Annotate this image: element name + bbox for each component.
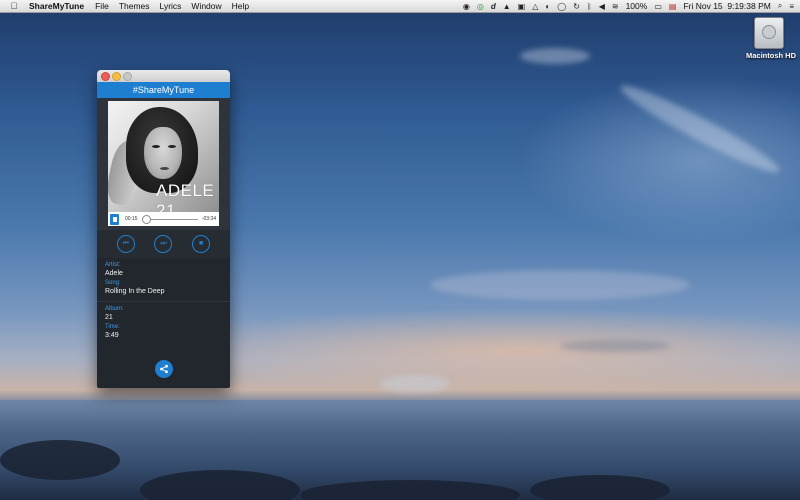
- menu-window[interactable]: Window: [191, 1, 221, 11]
- remaining-time: -03:34: [201, 216, 216, 222]
- list-icon[interactable]: ≡: [789, 2, 794, 11]
- rock: [0, 440, 120, 480]
- song-label: Song:: [105, 280, 121, 286]
- hat-icon[interactable]: ▲: [503, 2, 511, 11]
- menu-lyrics[interactable]: Lyrics: [160, 1, 182, 11]
- seek-handle[interactable]: [142, 214, 152, 224]
- playback-controls: ⏮ ⏭ ■: [97, 230, 230, 258]
- status-area: ◉ ◎ d ▲ ▣ △ ◐ ◯ ↻ ᛒ ◀ ≋ 100% ▭ ▤ Fri Nov…: [463, 0, 794, 12]
- eye-icon[interactable]: ◐: [545, 2, 550, 11]
- time-value: 3:49: [105, 332, 119, 339]
- close-button[interactable]: [101, 72, 110, 81]
- pause-button[interactable]: [110, 213, 119, 225]
- album-art-title: ADELE 21: [156, 181, 215, 212]
- elapsed-time: 00:15: [125, 216, 138, 222]
- drive-label: Macintosh HD: [746, 51, 797, 60]
- cloud: [380, 375, 450, 393]
- album-art: ADELE 21: [108, 101, 219, 212]
- artist-value: Adele: [105, 270, 123, 277]
- cloud: [430, 270, 690, 300]
- apple-icon[interactable]: : [9, 1, 19, 11]
- next-button[interactable]: ⏭: [154, 235, 173, 253]
- artist-label: Artist:: [105, 262, 121, 268]
- menu-bar:  ShareMyTune File Themes Lyrics Window …: [0, 0, 800, 13]
- previous-button[interactable]: ⏮: [116, 235, 135, 253]
- share-icon: [160, 364, 168, 374]
- battery-icon[interactable]: ▭: [654, 2, 662, 11]
- volume-icon[interactable]: ◀: [599, 2, 605, 11]
- album-label: Album:: [105, 306, 124, 312]
- search-icon[interactable]: ⌕: [778, 1, 782, 11]
- app-header: #ShareMyTune: [97, 82, 230, 98]
- menu-app-name[interactable]: ShareMyTune: [29, 1, 84, 11]
- menu-file[interactable]: File: [95, 1, 109, 11]
- record-icon[interactable]: ◉: [463, 2, 470, 11]
- track-info: Artist: Adele Song: Rolling In the Deep …: [97, 258, 230, 340]
- minimize-button[interactable]: [112, 72, 121, 81]
- drive-icon[interactable]: △: [532, 2, 538, 11]
- macintosh-hd-icon[interactable]: Macintosh HD: [746, 17, 797, 60]
- timemachine-icon[interactable]: ↻: [573, 2, 580, 11]
- album-art-area: ADELE 21 00:15 -03:34: [97, 98, 230, 230]
- rock: [530, 475, 670, 500]
- seek-bar-row: 00:15 -03:34: [108, 212, 219, 226]
- sync-icon[interactable]: ◎: [477, 2, 484, 11]
- docker-icon[interactable]: ▣: [518, 2, 526, 11]
- app-window: #ShareMyTune ADELE 21 00:15 -03:34 ⏮ ⏭ ■…: [97, 70, 230, 388]
- hard-drive-icon[interactable]: [754, 17, 784, 49]
- clock[interactable]: Fri Nov 15 9:19:38 PM: [683, 1, 770, 11]
- cloud: [520, 48, 590, 64]
- battery-percent[interactable]: 100%: [626, 1, 648, 11]
- bluetooth-icon[interactable]: ᛒ: [587, 2, 592, 11]
- stop-button[interactable]: ■: [192, 235, 211, 253]
- seek-slider[interactable]: [141, 214, 198, 224]
- divider: [97, 301, 230, 302]
- zoom-button[interactable]: [123, 72, 132, 81]
- chat-icon[interactable]: ◯: [557, 2, 566, 11]
- menu-help[interactable]: Help: [232, 1, 249, 11]
- cloud: [560, 340, 670, 352]
- flag-icon[interactable]: ▤: [669, 2, 677, 11]
- window-titlebar[interactable]: [97, 70, 230, 82]
- wifi-icon[interactable]: ≋: [612, 2, 619, 11]
- share-button[interactable]: [155, 360, 173, 378]
- dash-icon[interactable]: d: [491, 2, 496, 11]
- time-label: Time:: [105, 324, 120, 330]
- cloud: [615, 77, 785, 181]
- album-value: 21: [105, 314, 113, 321]
- song-value: Rolling In the Deep: [105, 288, 165, 295]
- menu-themes[interactable]: Themes: [119, 1, 150, 11]
